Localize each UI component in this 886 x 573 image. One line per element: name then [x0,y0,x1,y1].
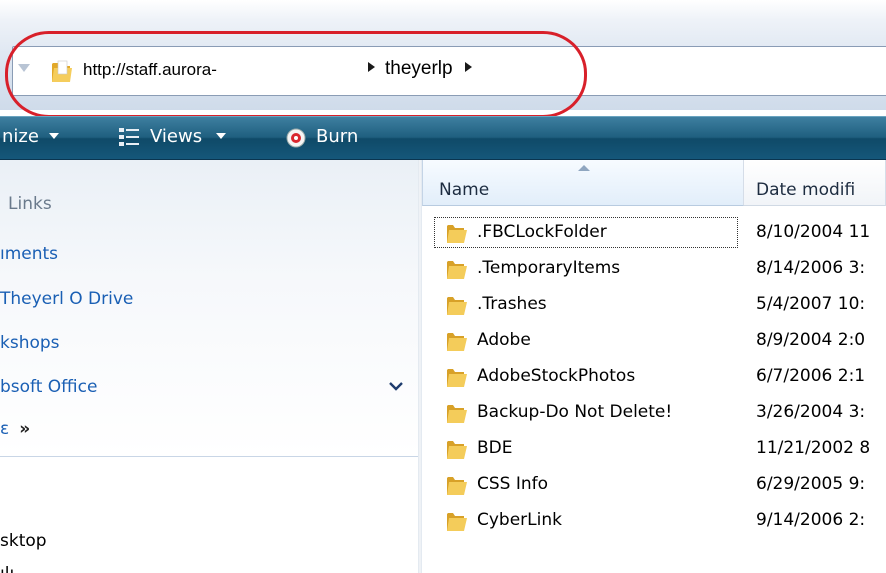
file-row[interactable]: BDE 11/21/2002 8 [422,430,886,466]
sort-ascending-icon [578,165,590,171]
organize-button[interactable]: nize [2,126,59,147]
file-name: .FBCLockFolder [477,222,607,242]
highlight-annotation [5,31,587,118]
chevron-down-icon [48,132,59,139]
file-date: 9/14/2006 2: [756,510,866,530]
folder-tree-item[interactable]: ılı [0,564,14,573]
folder-icon [447,333,467,351]
folder-tree-item[interactable]: sktop [0,531,47,551]
navigation-pane: Links ıments Theyerl O Drive kshops bsof… [0,160,418,573]
column-header-date-label: Date modifi [756,180,856,200]
file-date: 6/7/2006 2:1 [756,366,866,386]
file-row[interactable]: CSS Info 6/29/2005 9: [422,466,886,502]
chevron-down-icon[interactable] [388,380,404,392]
file-row[interactable]: Adobe 8/9/2004 2:0 [422,322,886,358]
file-name: .Trashes [477,294,547,314]
file-row[interactable]: AdobeStockPhotos 6/7/2006 2:1 [422,358,886,394]
file-name: AdobeStockPhotos [477,366,636,386]
more-chevrons-icon: » [19,419,31,439]
favorite-link[interactable]: Theyerl O Drive [0,289,133,309]
file-date: 8/14/2006 3: [756,258,866,278]
file-row[interactable]: CyberLink 9/14/2006 2: [422,502,886,538]
explorer-window: http://staff.aurora- theyerlp nize Views… [0,0,886,573]
file-row[interactable]: .Trashes 5/4/2007 10: [422,286,886,322]
file-date: 11/21/2002 8 [756,438,871,458]
folder-icon [447,225,467,243]
folder-icon [447,441,467,459]
column-header-name-label: Name [439,180,490,200]
links-heading: Links [8,194,52,214]
organize-label: nize [2,126,39,147]
favorite-link[interactable]: bsoft Office [0,377,97,397]
burn-disc-icon [286,128,306,148]
views-icon [119,128,139,146]
views-label: Views [150,126,203,147]
file-name: Backup-Do Not Delete! [477,402,673,422]
folder-icon [447,261,467,279]
views-button[interactable]: Views [150,126,227,147]
file-list: Name Date modifi .FBCLockFolder 8/10/200… [422,160,886,573]
file-date: 6/29/2005 9: [756,474,866,494]
folder-icon [447,297,467,315]
favorite-link[interactable]: ıments [0,244,58,264]
file-row[interactable]: Backup-Do Not Delete! 3/26/2004 3: [422,394,886,430]
column-header-name[interactable]: Name [422,160,744,206]
file-name: CSS Info [477,474,549,494]
file-date: 8/9/2004 2:0 [756,330,866,350]
folder-icon [447,477,467,495]
file-row[interactable]: .FBCLockFolder 8/10/2004 11 [422,214,886,250]
folder-icon [447,405,467,423]
file-name: CyberLink [477,510,562,530]
column-header-date[interactable]: Date modifi [744,160,886,206]
more-label: ε [0,419,10,439]
file-row[interactable]: .TemporaryItems 8/14/2006 3: [422,250,886,286]
file-name: BDE [477,438,513,458]
burn-button[interactable]: Burn [316,126,358,147]
favorite-link[interactable]: kshops [0,333,60,353]
file-date: 5/4/2007 10: [756,294,866,314]
file-date: 8/10/2004 11 [756,222,871,242]
folder-icon [447,369,467,387]
folder-icon [447,513,467,531]
more-links-button[interactable]: ε» [0,419,30,439]
nav-divider [0,456,418,457]
file-name: Adobe [477,330,531,350]
file-name: .TemporaryItems [477,258,621,278]
chevron-down-icon [216,132,227,139]
burn-label: Burn [316,126,359,147]
file-date: 3/26/2004 3: [756,402,866,422]
